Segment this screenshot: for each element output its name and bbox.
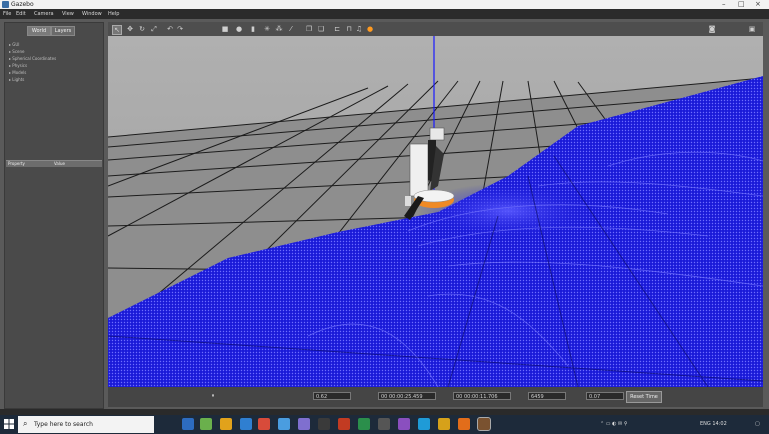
tab-world[interactable]: World [27,26,51,36]
tree-item[interactable]: ▸ Lights [9,76,99,83]
maximize-button[interactable]: □ [738,0,745,9]
window-titlebar: Gazebo – □ × [0,0,769,9]
pointer-icon[interactable]: ↖ [112,25,122,35]
tab-layers[interactable]: Layers [51,26,75,36]
tray-clock[interactable]: ENG 14:02 [700,418,727,430]
translate-icon[interactable]: ✥ [126,25,134,33]
taskbar-search-box[interactable]: ⌕ Type here to search [18,416,154,433]
file-explorer-icon[interactable] [220,418,232,430]
tree-item[interactable]: ▸ GUI [9,41,99,48]
search-icon: ⌕ [23,419,28,428]
taskbar-app-icon[interactable] [258,418,270,430]
paste-icon[interactable]: ❏ [317,25,325,33]
fps-field: 0.07 [586,392,624,400]
scale-icon[interactable]: ⤢ [150,25,158,33]
menu-file[interactable]: File [3,9,11,19]
status-bar: ⏸ 0.62 00 00:00:25.459 00 00:00:11.706 6… [108,387,763,407]
sim-time-field: 00 00:00:25.459 [378,392,436,400]
rtf-field: 0.62 [313,392,351,400]
pause-button[interactable]: ⏸ [208,391,218,401]
menu-bar: File Edit Camera View Window Help [0,9,769,19]
menu-camera[interactable]: Camera [34,9,54,19]
gazebo-taskbar-icon[interactable] [477,417,491,431]
dirlight-icon[interactable]: ⁄ [287,25,295,33]
copy-icon[interactable]: ❐ [305,25,313,33]
toolbar: ↖ ✥ ↻ ⤢ ↶ ↷ ■ ● ▮ ✳ ⁂ ⁄ ❐ ❏ ⊏ ⊓ ♫ ● ◙ ▣ [108,22,763,36]
os-taskbar: ⌕ Type here to search ⌃ ▭ ◐ ✉ ⚲ ENG 14:0… [0,415,769,434]
taskbar-app-icon[interactable] [398,418,410,430]
property-header: Property Value [6,160,102,167]
menu-view[interactable]: View [62,9,74,19]
system-tray-icons[interactable]: ⌃ ▭ ◐ ✉ ⚲ [600,418,628,430]
taskbar-app-icon[interactable] [318,418,330,430]
world-tree: ▸ GUI ▸ Scene ▸ Spherical Coordinates ▸ … [9,41,99,83]
close-button[interactable]: × [755,0,761,9]
rotate-icon[interactable]: ↻ [138,25,146,33]
search-placeholder: Type here to search [34,421,93,428]
taskbar-app-icon[interactable] [298,418,310,430]
snap-icon[interactable]: ⊓ [345,25,353,33]
taskview-icon[interactable] [182,418,194,430]
windows-start-icon[interactable] [4,419,14,429]
taskbar-app-icon[interactable] [358,418,370,430]
taskbar-app-icon[interactable] [338,418,350,430]
undo-icon[interactable]: ↶ [166,25,174,33]
tree-item[interactable]: ▸ Models [9,69,99,76]
taskbar-app-icon[interactable] [240,418,252,430]
property-col-label: Property [8,161,25,166]
notifications-icon[interactable]: ▢ [755,418,760,430]
left-panel: World Layers ▸ GUI ▸ Scene ▸ Spherical C… [4,22,104,409]
screenshot-icon[interactable]: ◙ [708,25,716,33]
real-time-field: 00 00:00:11.706 [453,392,511,400]
menu-help[interactable]: Help [108,9,119,19]
scene-render [108,36,763,387]
menu-edit[interactable]: Edit [16,9,26,19]
taskbar-app-icon[interactable] [418,418,430,430]
menu-window[interactable]: Window [82,9,102,19]
taskbar-app-icon[interactable] [278,418,290,430]
window-title: Gazebo [11,1,34,8]
record-icon[interactable]: ▣ [748,25,756,33]
orange-icon[interactable]: ● [366,25,374,33]
taskbar-app-icon[interactable] [378,418,390,430]
taskbar-app-icon[interactable] [458,418,470,430]
gazebo-app-icon [2,1,9,8]
pointlight-icon[interactable]: ✳ [263,25,271,33]
align-icon[interactable]: ⊏ [333,25,341,33]
cylinder-icon[interactable]: ▮ [249,25,257,33]
3d-viewport[interactable] [108,36,763,387]
redo-icon[interactable]: ↷ [176,25,184,33]
reset-time-button[interactable]: Reset Time [626,391,662,403]
tree-item[interactable]: ▸ Spherical Coordinates [9,55,99,62]
taskbar-app-icon[interactable] [200,418,212,430]
sphere-icon[interactable]: ● [235,25,243,33]
box-icon[interactable]: ■ [221,25,229,33]
tree-item[interactable]: ▸ Scene [9,48,99,55]
minimize-button[interactable]: – [722,0,726,9]
value-col-label: Value [54,161,65,166]
taskbar-app-icon[interactable] [438,418,450,430]
iterations-field: 6459 [528,392,566,400]
headphones-icon[interactable]: ♫ [355,25,363,33]
spotlight-icon[interactable]: ⁂ [275,25,283,33]
tree-item[interactable]: ▸ Physics [9,62,99,69]
